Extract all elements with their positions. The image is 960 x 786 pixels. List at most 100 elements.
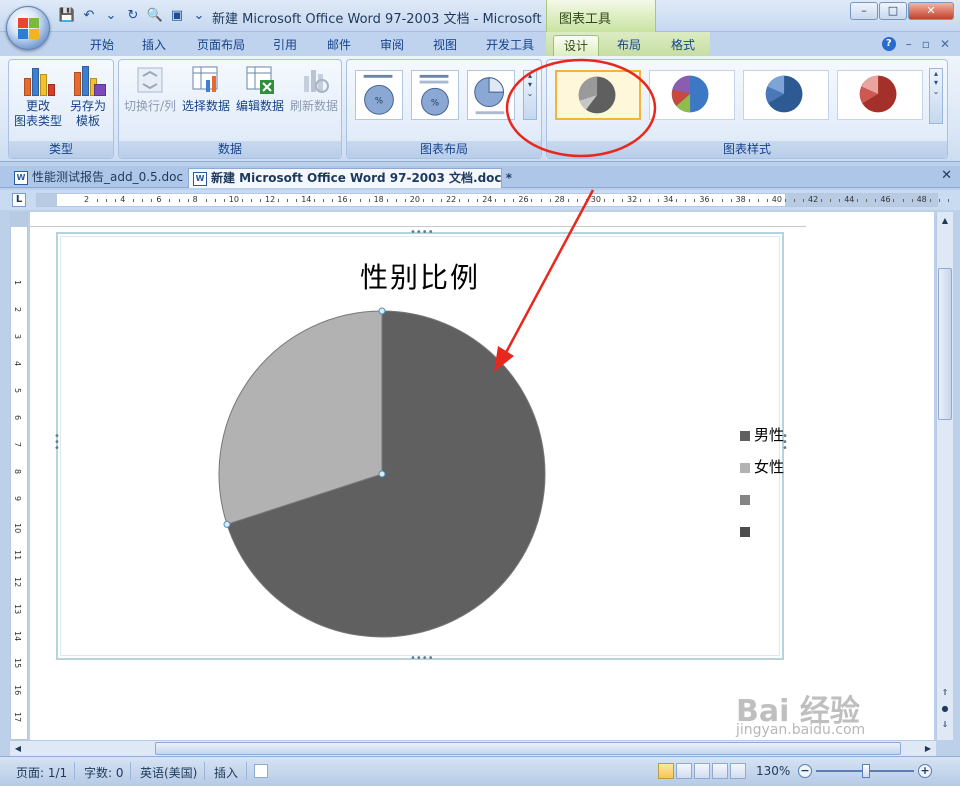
ruler-number: 18 [373, 195, 384, 204]
selection-handle-2[interactable] [223, 520, 231, 528]
save-template-icon [72, 64, 106, 96]
change-chart-type-button[interactable]: 更改 图表类型 [13, 64, 63, 129]
zoom-slider-knob[interactable] [862, 764, 870, 778]
horizontal-ruler[interactable]: 2 4 6 8 10 12 14 16 18 20 22 24 26 28 30 32 34 36 38 40 42 44… [36, 193, 949, 207]
style-gallery-scroll[interactable]: ▴ ▾ ⌄ [929, 68, 943, 124]
ribbon-minimize-icon[interactable]: – [906, 37, 912, 51]
ruler-number: 38 [735, 195, 746, 204]
chart-tools-context: 图表工具 [546, 0, 656, 32]
vertical-ruler[interactable]: 123456789101112131415161718 [10, 212, 28, 749]
tab-view[interactable]: 视图 [424, 35, 466, 56]
tab-design[interactable]: 设计 [553, 35, 599, 56]
scroll-right-icon[interactable]: ▶ [921, 742, 935, 756]
tab-selector[interactable]: L [12, 193, 26, 207]
status-page[interactable]: 页面: 1/1 [16, 764, 67, 781]
tab-mailings[interactable]: 邮件 [318, 35, 360, 56]
view-full-screen-button[interactable] [676, 763, 692, 779]
status-word-count[interactable]: 字数: 0 [84, 764, 124, 781]
switch-row-column-button[interactable]: 切换行/列 [121, 64, 179, 114]
scroll-next-page-icon[interactable]: ⇓ [938, 718, 952, 732]
doc-tab-perf-report[interactable]: W 性能测试报告_add_0.5.doc [10, 168, 186, 188]
doc-tab-new-doc[interactable]: W 新建 Microsoft Office Word 97-2003 文档.do… [188, 168, 512, 188]
scroll-up-icon[interactable]: ▲ [938, 214, 952, 228]
redo-icon[interactable]: ↻ [124, 7, 142, 25]
save-icon[interactable]: 💾 [58, 7, 76, 25]
ruler-number: 6 [156, 195, 162, 204]
maximize-button[interactable]: □ [879, 2, 907, 20]
minimize-button[interactable]: – [850, 2, 878, 20]
view-print-layout-button[interactable] [658, 763, 674, 779]
tab-references[interactable]: 引用 [264, 35, 306, 56]
doc-close-icon[interactable]: ✕ [941, 168, 952, 183]
chart-layout-group: % % ▴ ▾ ⌄ 图表布局 [346, 59, 542, 159]
close-button[interactable]: ✕ [908, 2, 954, 20]
zoom-out-icon[interactable]: − [798, 764, 812, 778]
office-button[interactable] [6, 6, 50, 50]
ribbon: 更改 图表类型 另存为 模板 类型 切换行/列 选择数据 编辑数据 刷新数据 数… [0, 56, 960, 162]
horizontal-scroll-thumb[interactable] [155, 742, 901, 755]
vertical-ruler-number: 16 [13, 685, 22, 696]
vertical-ruler-number: 9 [13, 496, 22, 502]
status-bar: 页面: 1/1 字数: 0 英语(美国) 插入 130% − + [0, 756, 960, 786]
ribbon-close-icon[interactable]: ✕ [940, 37, 950, 51]
pie-chart[interactable] [58, 234, 786, 662]
vertical-ruler-number: 1 [13, 280, 22, 286]
ruler-number: 24 [482, 195, 493, 204]
undo-icon[interactable]: ↶ [80, 7, 98, 25]
tab-format[interactable]: 格式 [662, 35, 704, 56]
zoom-level[interactable]: 130% [756, 764, 790, 778]
select-data-button[interactable]: 选择数据 [179, 64, 233, 114]
window-controls: – □ ✕ [850, 2, 954, 20]
vertical-ruler-number: 7 [13, 442, 22, 448]
ribbon-restore-icon[interactable]: ▫ [922, 37, 930, 51]
word-doc-icon: W [14, 171, 28, 185]
chart-frame[interactable]: •••• •••• • • • • • • 性别比例 男性 女性 [54, 228, 788, 664]
layout-1-icon: % [363, 74, 394, 115]
style-thumb-2[interactable] [649, 70, 735, 120]
tab-page-layout[interactable]: 页面布局 [188, 35, 254, 56]
selection-handle-0[interactable] [378, 470, 386, 478]
macro-record-icon[interactable] [254, 764, 268, 778]
vertical-scrollbar[interactable]: ▲ ⇑ ● ⇓ [936, 212, 953, 740]
browse-object-icon[interactable]: ● [938, 702, 952, 716]
tab-insert[interactable]: 插入 [134, 35, 174, 56]
vertical-ruler-number: 8 [13, 469, 22, 475]
undo-dropdown-icon[interactable]: ⌄ [102, 7, 120, 25]
save-as-template-button[interactable]: 另存为 模板 [65, 64, 111, 129]
status-insert-mode[interactable]: 插入 [214, 764, 238, 781]
view-web-layout-button[interactable] [694, 763, 710, 779]
style-thumb-4[interactable] [837, 70, 923, 120]
edit-data-button[interactable]: 编辑数据 [233, 64, 287, 114]
help-icon[interactable]: ? [881, 37, 896, 51]
ruler-number: 10 [228, 195, 239, 204]
svg-text:%: % [431, 99, 439, 109]
view-icon[interactable]: ▣ [168, 7, 186, 25]
ruler-number: 8 [192, 195, 198, 204]
print-preview-icon[interactable]: 🔍 [146, 7, 164, 25]
layout-thumb-1[interactable]: % [355, 70, 403, 120]
tab-layout[interactable]: 布局 [608, 35, 650, 56]
refresh-data-button[interactable]: 刷新数据 [287, 64, 341, 114]
scroll-prev-page-icon[interactable]: ⇑ [938, 686, 952, 700]
status-language[interactable]: 英语(美国) [140, 764, 197, 781]
customize-qat-icon[interactable]: ⌄ [190, 7, 208, 25]
selection-handle-1[interactable] [378, 307, 386, 315]
tab-review[interactable]: 审阅 [371, 35, 413, 56]
layout-thumb-2[interactable]: % [411, 70, 459, 120]
layout-gallery-scroll[interactable]: ▴ ▾ ⌄ [523, 70, 537, 120]
tab-home[interactable]: 开始 [82, 35, 122, 56]
style-thumb-3[interactable] [743, 70, 829, 120]
scroll-left-icon[interactable]: ◀ [11, 742, 25, 756]
view-outline-button[interactable] [712, 763, 728, 779]
tab-developer[interactable]: 开发工具 [478, 35, 542, 56]
zoom-in-icon[interactable]: + [918, 764, 932, 778]
layout-thumb-3[interactable] [467, 70, 515, 120]
horizontal-scrollbar[interactable]: ◀ ▶ [10, 740, 936, 756]
page[interactable]: •••• •••• • • • • • • 性别比例 男性 女性 [30, 212, 934, 740]
ruler-number: 22 [446, 195, 457, 204]
vertical-scroll-thumb[interactable] [938, 268, 952, 420]
save-template-line1: 另存为 [69, 99, 106, 113]
style-thumb-1[interactable] [555, 70, 641, 120]
edit-data-icon [246, 66, 274, 94]
view-draft-button[interactable] [730, 763, 746, 779]
